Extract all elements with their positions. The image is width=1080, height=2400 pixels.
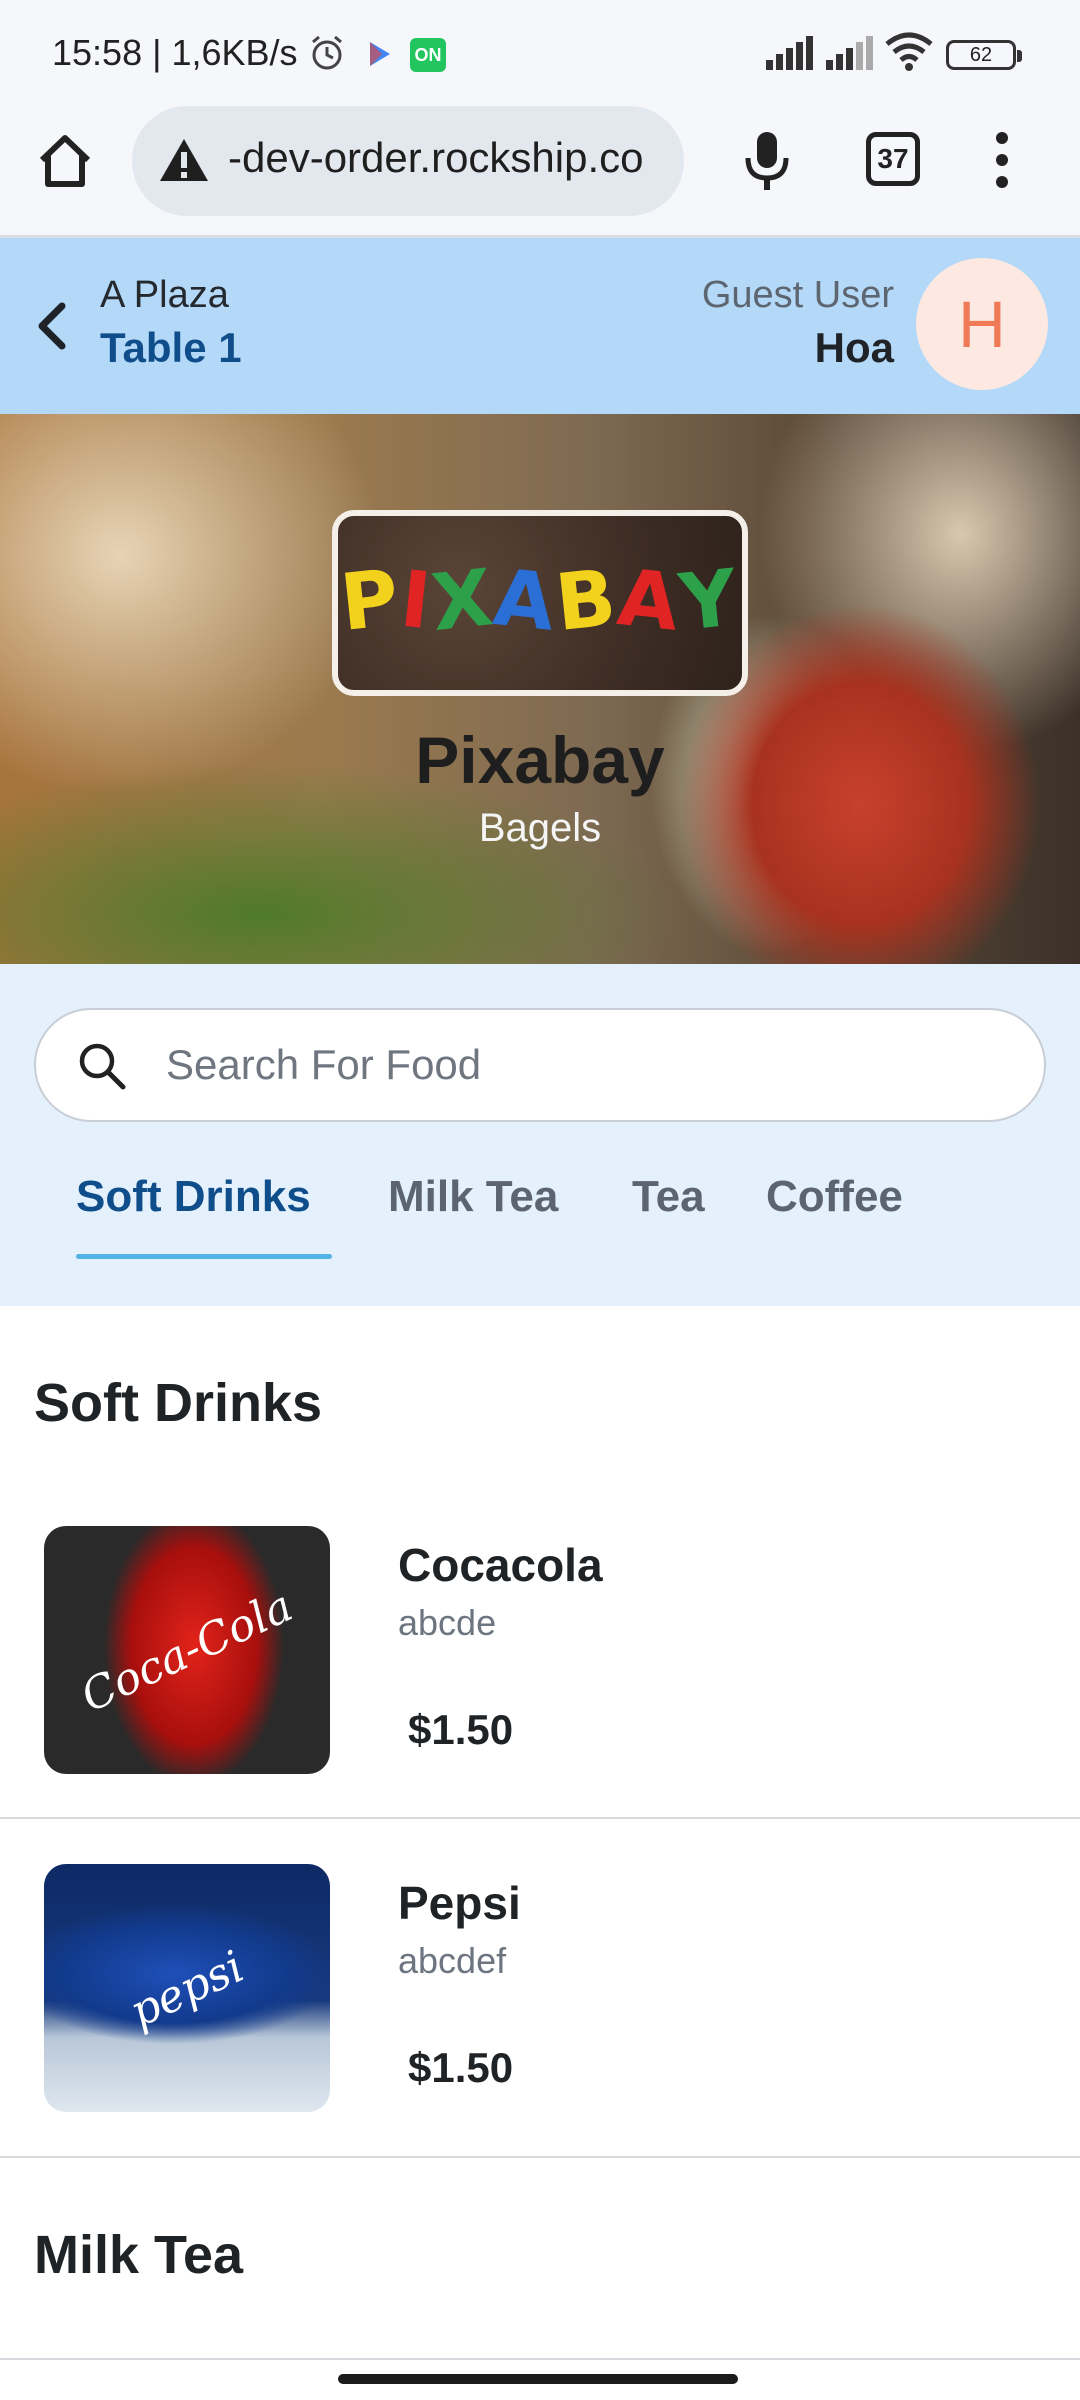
menu-item-pepsi[interactable]: pepsi Pepsi abcdef $1.50 (0, 1864, 1080, 2202)
restaurant-hero: PIXABAY Pixabay Bagels (0, 414, 1080, 964)
item-image[interactable]: pepsi (44, 1864, 330, 2112)
tab-milk-tea[interactable]: Milk Tea (388, 1172, 558, 1222)
play-store-icon (370, 42, 390, 66)
signal-icon (766, 36, 813, 70)
venue-name: A Plaza (100, 274, 229, 316)
section-title-milk-tea: Milk Tea (34, 2225, 244, 2285)
home-indicator[interactable] (338, 2374, 738, 2384)
app-notification-icon: ON (410, 38, 446, 72)
app-header: A Plaza Table 1 Guest User Hoa H (0, 238, 1080, 414)
logo-letter: A (613, 552, 685, 650)
battery-icon: 62 (946, 40, 1022, 70)
item-divider (0, 1817, 1080, 1819)
item-description: abcde (398, 1602, 497, 1643)
item-name: Pepsi (398, 1877, 521, 1929)
logo-letter: B (551, 553, 623, 649)
item-image[interactable]: Coca-Cola (44, 1526, 330, 1774)
active-tab-indicator (76, 1254, 332, 1259)
wifi-icon (885, 32, 933, 71)
tab-soft-drinks[interactable]: Soft Drinks (76, 1172, 311, 1222)
search-box[interactable] (34, 1008, 1046, 1122)
tab-tea[interactable]: Tea (632, 1172, 705, 1222)
item-image-label: Coca-Cola (73, 1580, 301, 1723)
item-description: abcdef (398, 1940, 507, 1981)
more-vert-icon[interactable] (990, 130, 1014, 190)
menu-item-cocacola[interactable]: Coca-Cola Cocacola abcde $1.50 (0, 1526, 1080, 1864)
item-image-label: pepsi (122, 1941, 252, 2038)
chevron-left-icon[interactable] (34, 300, 70, 352)
logo-letter: P (336, 553, 406, 649)
search-and-tabs: Soft Drinks Milk Tea Tea Coffee (0, 964, 1080, 1306)
logo-letter: X (427, 552, 499, 650)
item-price: $1.50 (408, 2044, 514, 2091)
item-divider (0, 2358, 1080, 2360)
logo-lettering: PIXABAY (336, 552, 744, 650)
guest-name: Hoa (814, 324, 894, 371)
status-bar: 15:58 | 1,6KB/s ON 62 (0, 0, 1080, 100)
url-text[interactable]: -dev-order.rockship.co (228, 134, 674, 182)
alarm-icon (312, 35, 342, 70)
home-icon[interactable] (34, 130, 96, 192)
section-title-soft-drinks: Soft Drinks (34, 1373, 323, 1433)
restaurant-name: Pixabay (415, 723, 665, 797)
logo-letter: Y (675, 553, 744, 649)
mic-icon[interactable] (738, 128, 796, 194)
restaurant-logo: PIXABAY (332, 510, 748, 696)
item-price: $1.50 (408, 1706, 514, 1753)
browser-toolbar: -dev-order.rockship.co 37 (0, 100, 1080, 238)
avatar[interactable]: H (916, 258, 1048, 390)
tab-coffee[interactable]: Coffee (766, 1172, 903, 1222)
item-name: Cocacola (398, 1539, 603, 1591)
signal-icon-2 (826, 36, 873, 70)
search-input[interactable] (166, 1032, 1006, 1098)
logo-letter: A (489, 552, 561, 650)
guest-label: Guest User (701, 274, 894, 316)
address-bar[interactable]: -dev-order.rockship.co (132, 106, 684, 216)
table-name: Table 1 (100, 324, 242, 371)
tab-switcher-button[interactable]: 37 (866, 132, 920, 186)
search-icon (79, 1043, 126, 1090)
warning-icon[interactable] (158, 136, 210, 184)
item-divider (0, 2156, 1080, 2158)
status-time: 15:58 | 1,6KB/s (52, 32, 298, 73)
restaurant-category: Bagels (478, 806, 602, 850)
